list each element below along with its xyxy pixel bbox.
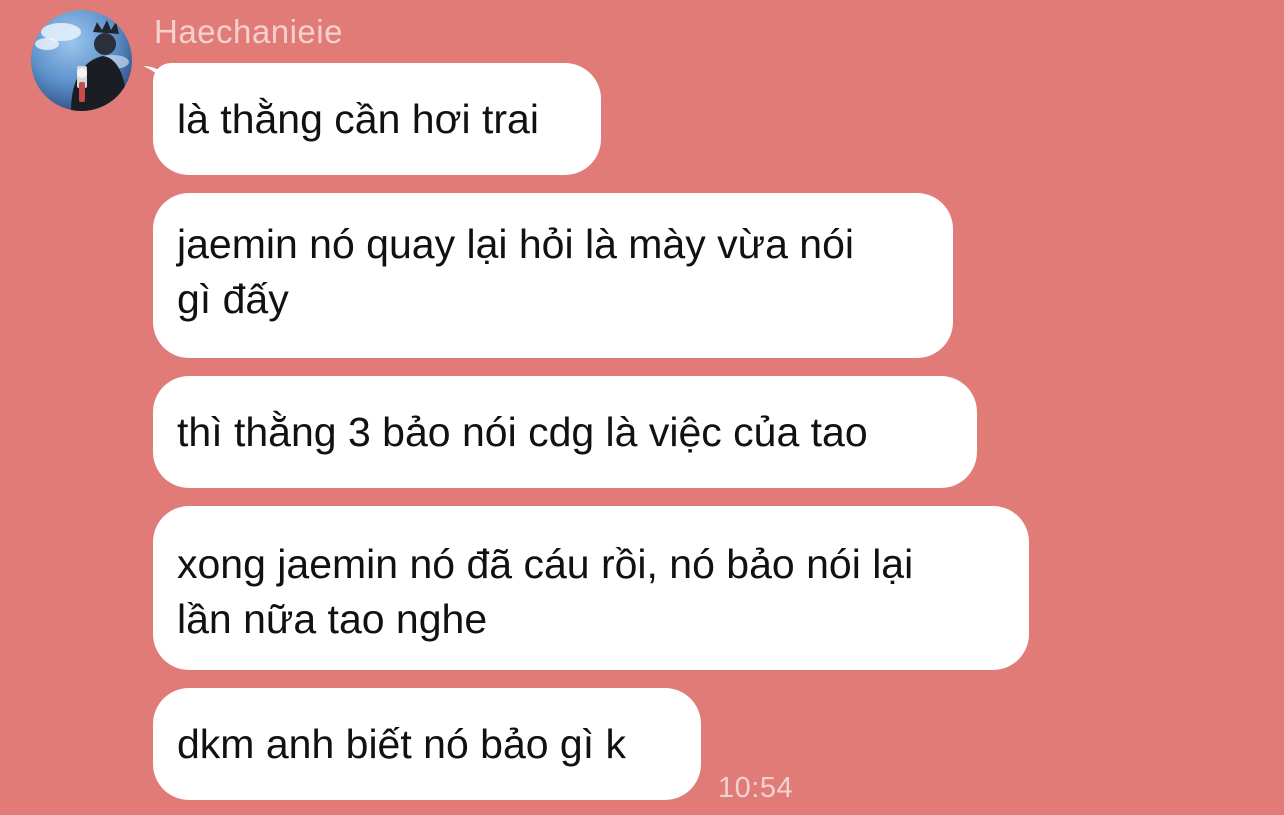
message-text: xong jaemin nó đã cáu rồi, nó bảo nói lạ… [177, 541, 914, 642]
sender-name: Haechanieie [154, 13, 343, 50]
message-bubble[interactable]: thì thằng 3 bảo nói cdg là việc của tao [153, 376, 977, 488]
message-text: dkm anh biết nó bảo gì k [177, 721, 627, 767]
message-bubble[interactable]: dkm anh biết nó bảo gì k [153, 688, 701, 800]
sender-avatar[interactable] [31, 10, 132, 111]
message-bubble[interactable]: xong jaemin nó đã cáu rồi, nó bảo nói lạ… [153, 506, 1029, 670]
message-timestamp: 10:54 [718, 772, 794, 804]
avatar-image [35, 20, 129, 111]
message-text: jaemin nó quay lại hỏi là mày vừa nói gì… [177, 221, 854, 322]
message-text: là thằng cần hơi trai [177, 96, 539, 142]
message-bubble[interactable]: jaemin nó quay lại hỏi là mày vừa nói gì… [153, 193, 953, 358]
message-text: thì thằng 3 bảo nói cdg là việc của tao [177, 409, 868, 455]
message-bubble[interactable]: là thằng cần hơi trai [153, 63, 601, 175]
